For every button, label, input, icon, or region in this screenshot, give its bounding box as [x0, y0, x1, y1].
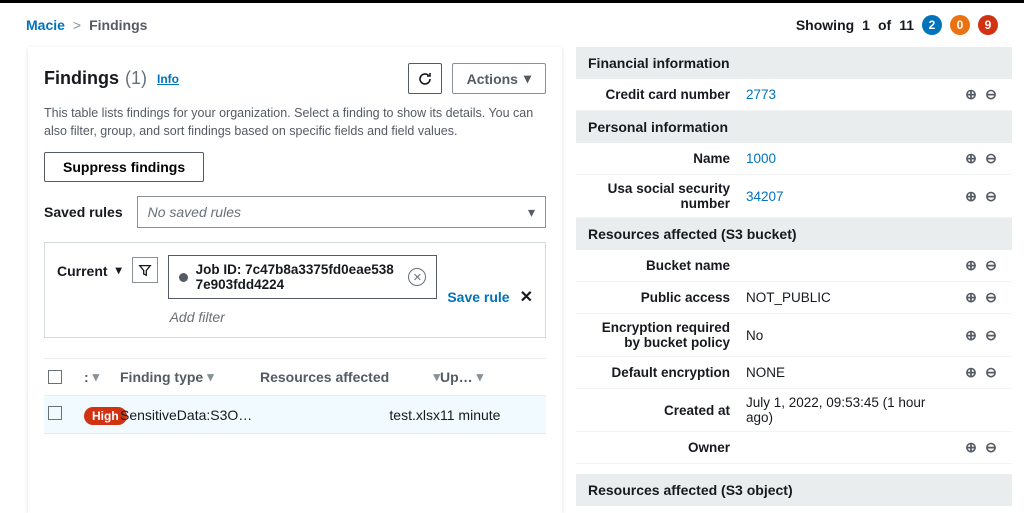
showing-of: of	[878, 17, 891, 33]
val-ssn[interactable]: 34207	[740, 189, 956, 204]
col-upd[interactable]: Up…▾	[440, 369, 520, 385]
zoom-in-icon[interactable]: ⊕	[962, 439, 980, 457]
showing-index: 1	[862, 17, 870, 33]
add-filter-input[interactable]: Add filter	[168, 305, 438, 329]
zoom-out-icon[interactable]: ⊖	[982, 257, 1000, 275]
funnel-button[interactable]	[132, 257, 158, 283]
breadcrumb-current: Findings	[89, 17, 147, 33]
zoom-out-icon[interactable]: ⊖	[982, 187, 1000, 205]
actions-label: Actions	[467, 71, 518, 87]
actions-dropdown[interactable]: Actions ▾	[452, 63, 546, 94]
chevron-down-icon: ▾	[528, 204, 535, 221]
zoom-in-icon[interactable]: ⊕	[962, 187, 980, 205]
suppress-findings-button[interactable]: Suppress findings	[44, 152, 204, 182]
panel-description: This table lists findings for your organ…	[44, 104, 546, 140]
showing-prefix: Showing	[796, 17, 854, 33]
key-public-access: Public access	[588, 290, 740, 305]
saved-rules-select[interactable]: No saved rules ▾	[137, 196, 546, 228]
filter-chip-text: Job ID: 7c47b8a3375fd0eae5387e903fdd4224	[196, 262, 401, 292]
val-cc[interactable]: 2773	[740, 87, 956, 102]
group-header-financial: Financial information	[576, 47, 1012, 79]
filter-scope-label[interactable]: Current	[57, 263, 108, 279]
findings-panel: Findings (1) Info Actions ▾ This table l…	[28, 47, 562, 513]
val-def-enc: NONE	[740, 365, 956, 380]
zoom-in-icon[interactable]: ⊕	[962, 86, 980, 104]
val-name[interactable]: 1000	[740, 151, 956, 166]
zoom-in-icon[interactable]: ⊕	[962, 150, 980, 168]
group-header-s3bucket: Resources affected (S3 bucket)	[576, 218, 1012, 250]
breadcrumb: Macie > Findings Showing 1 of 11 2 0 9	[0, 3, 1024, 47]
chevron-down-icon[interactable]: ▾	[116, 263, 122, 277]
zoom-out-icon[interactable]: ⊖	[982, 439, 1000, 457]
zoom-out-icon[interactable]: ⊖	[982, 150, 1000, 168]
breadcrumb-root[interactable]: Macie	[26, 17, 65, 33]
info-link[interactable]: Info	[157, 72, 179, 86]
zoom-in-icon[interactable]: ⊕	[962, 289, 980, 307]
refresh-button[interactable]	[408, 63, 442, 94]
val-public-access: NOT_PUBLIC	[740, 290, 956, 305]
key-cc: Credit card number	[588, 87, 740, 102]
filter-chip: Job ID: 7c47b8a3375fd0eae5387e903fdd4224…	[168, 255, 438, 299]
funnel-icon	[138, 263, 152, 277]
chevron-down-icon: ▾	[524, 70, 531, 87]
key-bucket: Bucket name	[588, 258, 740, 273]
group-header-s3object: Resources affected (S3 object)	[576, 474, 1012, 506]
panel-count: (1)	[125, 68, 147, 89]
panel-title: Findings	[44, 68, 119, 89]
cell-resource: test.xlsx	[260, 407, 440, 423]
key-name: Name	[588, 151, 740, 166]
col-res[interactable]: Resources affected▾	[260, 369, 440, 385]
group-header-personal: Personal information	[576, 111, 1012, 143]
cell-updated: 11 minute	[440, 407, 520, 423]
breadcrumb-separator: >	[73, 17, 81, 33]
select-all-checkbox[interactable]	[48, 370, 62, 384]
clear-filters-button[interactable]: ✕	[520, 287, 533, 307]
refresh-icon	[417, 71, 433, 87]
col-type[interactable]: Finding type▾	[120, 369, 260, 385]
table-header: :▾ Finding type▾ Resources affected▾ Up……	[44, 359, 546, 396]
key-def-enc: Default encryption	[588, 365, 740, 380]
severity-badge-orange[interactable]: 0	[950, 15, 970, 35]
saved-rules-placeholder: No saved rules	[148, 204, 241, 220]
key-enc-req: Encryption required by bucket policy	[588, 320, 740, 350]
dot-icon	[179, 273, 188, 282]
showing-counter: Showing 1 of 11 2 0 9	[796, 15, 998, 35]
key-owner: Owner	[588, 440, 740, 455]
key-created: Created at	[588, 403, 740, 418]
cell-finding-type: SensitiveData:S3O…	[120, 407, 260, 423]
val-created: July 1, 2022, 09:53:45 (1 hour ago)	[740, 395, 956, 425]
zoom-out-icon[interactable]: ⊖	[982, 364, 1000, 382]
detail-pane: Financial information Credit card number…	[576, 47, 1012, 513]
table-row[interactable]: High SensitiveData:S3O… test.xlsx 11 min…	[44, 396, 546, 434]
zoom-out-icon[interactable]: ⊖	[982, 326, 1000, 344]
zoom-in-icon[interactable]: ⊕	[962, 364, 980, 382]
key-ssn: Usa social security number	[588, 181, 740, 211]
col-sev[interactable]: :▾	[84, 369, 120, 385]
findings-table: :▾ Finding type▾ Resources affected▾ Up……	[44, 358, 546, 434]
zoom-in-icon[interactable]: ⊕	[962, 257, 980, 275]
saved-rules-label: Saved rules	[44, 204, 123, 220]
zoom-in-icon[interactable]: ⊕	[962, 326, 980, 344]
remove-filter-button[interactable]: ✕	[408, 268, 426, 286]
severity-badge-blue[interactable]: 2	[922, 15, 942, 35]
save-rule-link[interactable]: Save rule	[447, 289, 509, 305]
zoom-out-icon[interactable]: ⊖	[982, 86, 1000, 104]
val-enc-req: No	[740, 328, 956, 343]
showing-total: 11	[899, 17, 914, 33]
filter-box: Current ▾ Job ID: 7c47b8a3375fd0eae5387e…	[44, 242, 546, 338]
severity-badge-red[interactable]: 9	[978, 15, 998, 35]
zoom-out-icon[interactable]: ⊖	[982, 289, 1000, 307]
row-checkbox[interactable]	[48, 406, 62, 420]
